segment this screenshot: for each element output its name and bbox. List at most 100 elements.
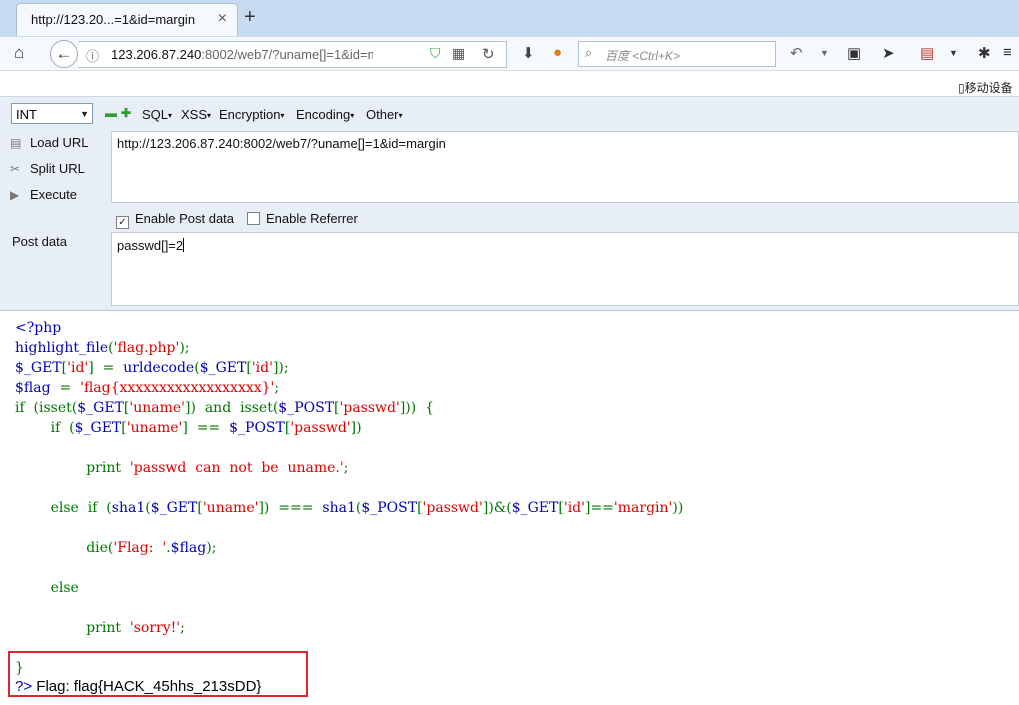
device-mode-button[interactable]: ▯移动设备 [958, 79, 1013, 96]
type-select[interactable]: INT ▼ [11, 103, 93, 124]
back-button[interactable]: ← [50, 40, 78, 68]
code-line: if (isset($_GET['uname']) and isset($_PO… [15, 398, 683, 418]
download-icon[interactable]: ⬇ [522, 44, 535, 62]
text-cursor [183, 238, 185, 252]
code-token: ; [343, 460, 349, 476]
menu-encryption[interactable]: Encryption▾ [219, 107, 284, 122]
reload-icon[interactable]: ↻ [482, 45, 495, 63]
menu-icon[interactable]: ≡ [1003, 44, 1012, 61]
code-line: else if (sha1($_GET['uname']) === sha1($… [15, 498, 684, 518]
code-line: else [15, 578, 683, 598]
code-token: 'margin' [613, 500, 673, 516]
code-token: $_POST [278, 400, 335, 416]
code-line: if ($_GET['uname'] == $_POST['passwd']) [15, 418, 683, 438]
search-bar[interactable]: ⌕ 百度 <Ctrl+K> [578, 41, 776, 67]
code-token: 'uname' [202, 500, 259, 516]
code-line: $flag = 'flag{xxxxxxxxxxxxxxxxxx}'; [15, 378, 683, 398]
code-token: ])&( [482, 500, 512, 516]
close-tab-icon[interactable]: × [218, 10, 227, 28]
code-token: else if ( [15, 500, 112, 516]
home-icon[interactable]: ⌂ [14, 43, 24, 63]
url-textarea[interactable]: http://123.206.87.240:8002/web7/?uname[]… [111, 131, 1019, 203]
php-source-code: <?php highlight_file('flag.php'); $_GET['i… [15, 318, 683, 678]
load-icon: ▤ [10, 136, 22, 150]
load-url-button[interactable]: ▤ Load URL [10, 135, 89, 157]
code-token: if ( [15, 420, 75, 436]
code-line: die('Flag: '.$flag); [15, 538, 683, 558]
code-token: ); [179, 340, 190, 356]
menu-other[interactable]: Other▾ [366, 107, 403, 122]
greasemonkey-icon[interactable]: ● [553, 44, 562, 61]
split-url-button[interactable]: ✂ Split URL [10, 161, 85, 183]
scissors-icon: ✂ [10, 162, 21, 176]
code-token: $_GET [199, 360, 247, 376]
code-token: 'sorry!' [129, 620, 181, 636]
execute-button[interactable]: ▶ Execute [10, 187, 77, 209]
search-icon: ⌕ [585, 45, 593, 60]
code-token: 'passwd' [339, 400, 400, 416]
code-token: ]); [272, 360, 289, 376]
undo-icon[interactable]: ↶ [790, 44, 803, 62]
chevron-down-icon[interactable]: ▼ [949, 48, 958, 58]
pdf-icon[interactable]: ▤ [920, 44, 934, 62]
code-token: ])) { [399, 400, 435, 416]
code-token: ]) [350, 420, 362, 436]
code-token: ]) === [258, 500, 323, 516]
code-token: highlight_file [15, 340, 109, 356]
code-token: ; [274, 380, 280, 396]
code-token: ]) and isset( [185, 400, 279, 416]
navigation-bar: ⌂ ⓘ 123.206.87.240:8002/web7/?uname[]=1&… [0, 37, 1019, 71]
url-text[interactable]: 123.206.87.240:8002/web7/?uname[]=1&id=m… [111, 47, 373, 62]
extension-icon[interactable]: ✱ [978, 44, 991, 62]
code-line: highlight_file('flag.php'); [15, 338, 683, 358]
code-token: ); [206, 540, 217, 556]
code-token: )) [672, 500, 684, 516]
menu-encoding[interactable]: Encoding▾ [296, 107, 354, 122]
code-token: <?php [15, 320, 62, 336]
code-token: ; [180, 620, 185, 636]
menu-xss[interactable]: XSS▾ [181, 107, 211, 122]
send-icon[interactable]: ➤ [882, 44, 895, 62]
menu-sql[interactable]: SQL▾ [142, 107, 172, 122]
url-bar[interactable]: ⓘ 123.206.87.240:8002/web7/?uname[]=1&id… [78, 41, 507, 68]
code-token: 'uname' [129, 400, 186, 416]
enable-post-checkbox[interactable]: ✓ Enable Post data [116, 211, 234, 229]
qr-code-icon[interactable]: ▦ [452, 45, 465, 62]
play-icon: ▶ [10, 188, 20, 202]
checkmark-icon: ✓ [116, 216, 129, 229]
code-token: print [15, 620, 130, 636]
code-token: $_GET [15, 360, 62, 376]
code-line: print 'sorry!'; [15, 618, 683, 638]
highlight-box [8, 651, 308, 697]
code-token: if (isset( [15, 400, 78, 416]
shield-icon[interactable]: ⛉ [430, 45, 441, 62]
code-token: $_POST [229, 420, 285, 436]
tab-strip: http://123.20...=1&id=margin × + [0, 0, 1019, 37]
code-token: 'id' [251, 360, 273, 376]
minus-icon[interactable]: ▬ [105, 106, 117, 120]
code-token: $flag [170, 540, 207, 556]
code-token: 'id' [563, 500, 585, 516]
new-tab-button[interactable]: + [244, 6, 256, 29]
enable-referrer-checkbox[interactable]: Enable Referrer [247, 211, 358, 226]
code-token: ] == [182, 420, 230, 436]
code-line: print 'passwd can not be uname.'; [15, 458, 683, 478]
code-token: $flag [15, 380, 60, 396]
window-icon[interactable]: ▣ [847, 44, 861, 62]
info-icon[interactable]: ⓘ [86, 46, 99, 65]
post-data-textarea[interactable]: passwd[]=2 [111, 232, 1019, 306]
code-token: 'passwd can not be uname.' [129, 460, 344, 476]
code-token: die( [15, 540, 114, 556]
code-token: 'id' [67, 360, 89, 376]
post-data-label: Post data [12, 234, 67, 249]
browser-tab[interactable]: http://123.20...=1&id=margin × [16, 3, 238, 36]
plus-icon[interactable]: ✚ [121, 106, 131, 120]
code-token: 'passwd' [422, 500, 483, 516]
code-token: $_GET [77, 400, 124, 416]
code-token: ] = [88, 360, 124, 376]
code-token: 'flag.php' [113, 340, 180, 356]
chevron-down-icon[interactable]: ▼ [820, 48, 829, 58]
